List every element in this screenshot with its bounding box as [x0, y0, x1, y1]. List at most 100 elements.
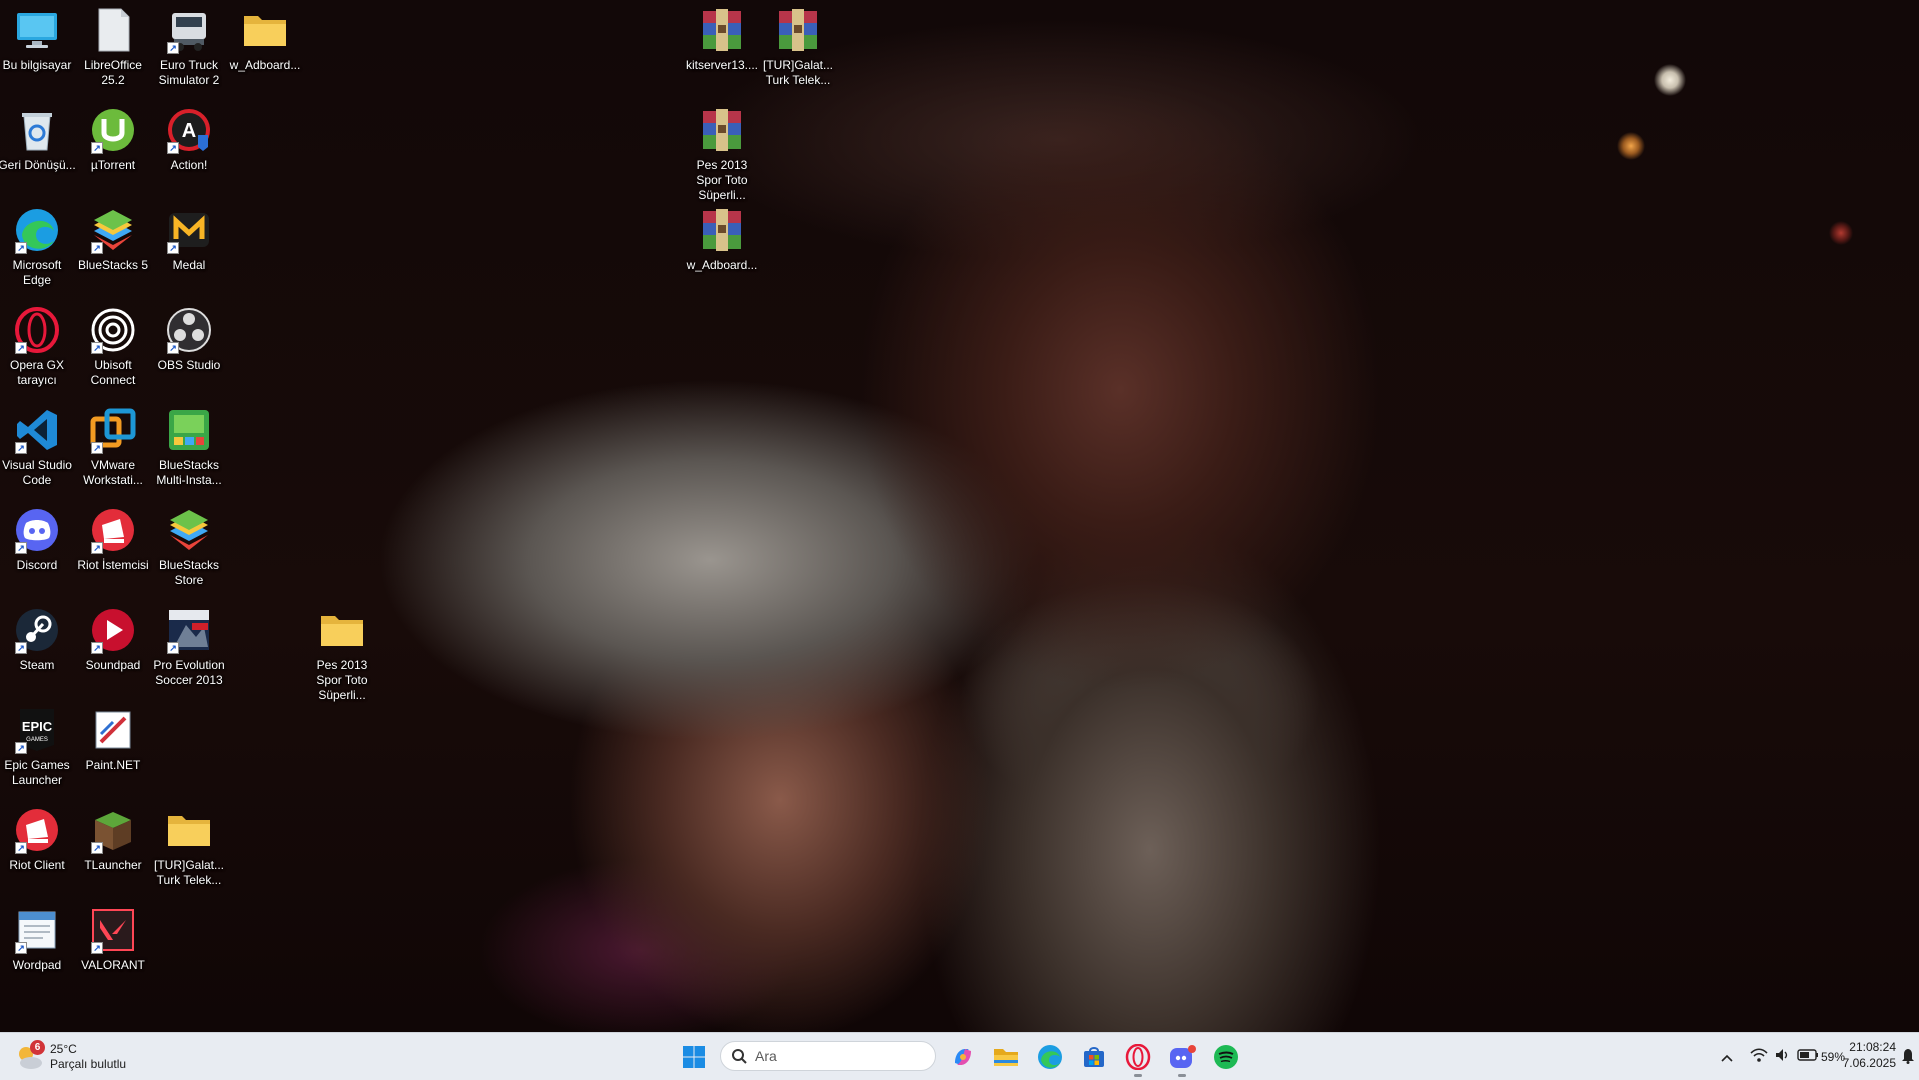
- desktop-icon-label: Paint.NET: [85, 758, 141, 772]
- battery-icon[interactable]: [1797, 1048, 1819, 1067]
- shortcut-arrow-icon: ↗: [167, 242, 179, 254]
- discord-icon: ↗: [13, 506, 61, 554]
- desktop-icon-label: Riot İstemcisi: [77, 558, 149, 572]
- this-pc-icon: [13, 6, 61, 54]
- desktop-icon-pes-2013[interactable]: ↗ Pro Evolution Soccer 2013: [152, 606, 226, 688]
- pes-icon: ↗: [165, 606, 213, 654]
- riot-client-icon: ↗: [13, 806, 61, 854]
- desktop-icon-label: w_Adboard...: [686, 258, 758, 272]
- notification-bell-icon[interactable]: [1901, 1048, 1915, 1069]
- desktop-icon-label: BlueStacks Store: [158, 558, 220, 587]
- desktop-icon-label: VALORANT: [81, 958, 145, 972]
- desktop-icon-this-pc[interactable]: Bu bilgisayar: [0, 6, 74, 73]
- desktop-icon-bluestacks[interactable]: ↗ BlueStacks 5: [76, 206, 150, 273]
- desktop-icon-obs[interactable]: ↗ OBS Studio: [152, 306, 226, 373]
- bluestacks-multi-icon: [165, 406, 213, 454]
- desktop-icon-pes-spor-toto-folder[interactable]: Pes 2013 Spor Toto Süperli...: [305, 606, 379, 703]
- desktop-icon-adboard-folder[interactable]: w_Adboard...: [228, 6, 302, 73]
- vmware-icon: ↗: [89, 406, 137, 454]
- obs-icon: ↗: [165, 306, 213, 354]
- desktop-icon-valorant[interactable]: ↗ VALORANT: [76, 906, 150, 973]
- desktop-icon-riot-client[interactable]: ↗ Riot Client: [0, 806, 74, 873]
- taskbar-edge[interactable]: [1034, 1041, 1066, 1073]
- desktop-icon-libreoffice[interactable]: LibreOffice 25.2: [76, 6, 150, 88]
- shortcut-arrow-icon: ↗: [15, 742, 27, 754]
- desktop-wallpaper: [0, 0, 1919, 1032]
- desktop-icon-medal[interactable]: ↗ Medal: [152, 206, 226, 273]
- shortcut-arrow-icon: ↗: [91, 842, 103, 854]
- desktop-icon-ubisoft[interactable]: ↗ Ubisoft Connect: [76, 306, 150, 388]
- taskbar-copilot[interactable]: [947, 1041, 979, 1073]
- desktop-icon-opera-gx[interactable]: ↗ Opera GX tarayıcı: [0, 306, 74, 388]
- desktop-icon-label: µTorrent: [90, 158, 136, 172]
- desktop-icon-bluestacks-multi[interactable]: BlueStacks Multi-Insta...: [152, 406, 226, 488]
- desktop-icon-label: Soundpad: [85, 658, 141, 672]
- desktop-icon-label: [TUR]Galat... Turk Telek...: [762, 58, 833, 87]
- edge-icon: [1038, 1045, 1062, 1069]
- search-icon: [732, 1049, 747, 1064]
- desktop-icon-epic-games[interactable]: EPIC GAMES ↗ Epic Games Launcher: [0, 706, 74, 788]
- wifi-icon[interactable]: [1750, 1047, 1768, 1068]
- desktop-icon-recycle-bin[interactable]: Geri Dönüşü...: [0, 106, 76, 173]
- folder-icon: [241, 6, 289, 54]
- shortcut-arrow-icon: ↗: [91, 342, 103, 354]
- shortcut-arrow-icon: ↗: [167, 142, 179, 154]
- desktop-icon-pes-spor-toto-archive[interactable]: Pes 2013 Spor Toto Süperli...: [685, 106, 759, 203]
- taskbar-microsoft-store[interactable]: [1078, 1041, 1110, 1073]
- desktop-icon-edge[interactable]: ↗ Microsoft Edge: [0, 206, 74, 288]
- svg-text:A: A: [182, 120, 196, 142]
- desktop-icon-label: BlueStacks Multi-Insta...: [156, 458, 222, 487]
- euro-truck-icon: ↗: [165, 6, 213, 54]
- weather-alert-badge: 6: [30, 1040, 45, 1055]
- medal-icon: ↗: [165, 206, 213, 254]
- desktop-icon-adboard-archive[interactable]: w_Adboard...: [685, 206, 759, 273]
- discord-icon: [1170, 1045, 1196, 1068]
- desktop-icon-soundpad[interactable]: ↗ Soundpad: [76, 606, 150, 673]
- show-hidden-icons-chevron-up-icon[interactable]: [1720, 1050, 1734, 1068]
- desktop-icon-label: Microsoft Edge: [12, 258, 62, 287]
- desktop-icon-riot-istemcisi[interactable]: ↗ Riot İstemcisi: [76, 506, 150, 573]
- desktop-icon-galatasaray-archive[interactable]: [TUR]Galat... Turk Telek...: [761, 6, 835, 88]
- clock-time: 21:08:24: [1849, 1040, 1896, 1054]
- taskbar-file-explorer[interactable]: [990, 1041, 1022, 1073]
- wordpad-icon: ↗: [13, 906, 61, 954]
- desktop-icon-wordpad[interactable]: ↗ Wordpad: [0, 906, 74, 973]
- shortcut-arrow-icon: ↗: [167, 42, 179, 54]
- desktop-icon-label: TLauncher: [84, 858, 142, 872]
- epic-games-icon: EPIC GAMES ↗: [13, 706, 61, 754]
- desktop-icon-utorrent[interactable]: ↗ µTorrent: [76, 106, 150, 173]
- vscode-icon: ↗: [13, 406, 61, 454]
- desktop-icon-paintnet[interactable]: Paint.NET: [76, 706, 150, 773]
- desktop-icon-euro-truck[interactable]: ↗ Euro Truck Simulator 2: [152, 6, 226, 88]
- shortcut-arrow-icon: ↗: [91, 542, 103, 554]
- desktop-icon-kitserver-archive[interactable]: kitserver13....: [685, 6, 759, 73]
- taskbar-discord[interactable]: [1166, 1041, 1198, 1077]
- taskbar: 6 25°C Parçalı bulutlu Ara 59% 21:08:24 …: [0, 1032, 1919, 1080]
- copilot-icon: [955, 1049, 971, 1065]
- desktop-icon-label: Pes 2013 Spor Toto Süperli...: [696, 158, 748, 202]
- desktop-icon-discord[interactable]: ↗ Discord: [0, 506, 74, 573]
- desktop-icon-label: Ubisoft Connect: [90, 358, 136, 387]
- desktop-icon-galatasaray-folder[interactable]: [TUR]Galat... Turk Telek...: [152, 806, 226, 888]
- taskbar-spotify[interactable]: [1210, 1041, 1242, 1073]
- desktop-icon-bluestacks-store[interactable]: BlueStacks Store: [152, 506, 226, 588]
- valorant-icon: ↗: [89, 906, 137, 954]
- desktop-icon-label: Discord: [16, 558, 58, 572]
- clock[interactable]: 21:08:24 7.06.2025: [1830, 1039, 1896, 1071]
- desktop-icon-vmware[interactable]: ↗ VMware Workstati...: [76, 406, 150, 488]
- weather-temperature: 25°C: [50, 1042, 77, 1056]
- desktop-icon-label: Riot Client: [9, 858, 65, 872]
- windows-start-icon: [683, 1046, 705, 1068]
- desktop-icon-label: Opera GX tarayıcı: [9, 358, 65, 387]
- taskbar-search[interactable]: Ara: [720, 1041, 936, 1071]
- volume-icon[interactable]: [1774, 1047, 1790, 1068]
- start-button[interactable]: [678, 1041, 710, 1073]
- weather-widget[interactable]: 6 25°C Parçalı bulutlu: [14, 1039, 126, 1075]
- desktop-icon-steam[interactable]: ↗ Steam: [0, 606, 74, 673]
- desktop-icon-vscode[interactable]: ↗ Visual Studio Code: [0, 406, 74, 488]
- taskbar-opera-gx[interactable]: [1122, 1041, 1154, 1077]
- file-explorer-icon: [994, 1049, 1018, 1066]
- desktop-icon-tlauncher[interactable]: ↗ TLauncher: [76, 806, 150, 873]
- desktop-icon-label: Epic Games Launcher: [4, 758, 70, 787]
- desktop-icon-action[interactable]: A ↗ Action!: [152, 106, 226, 173]
